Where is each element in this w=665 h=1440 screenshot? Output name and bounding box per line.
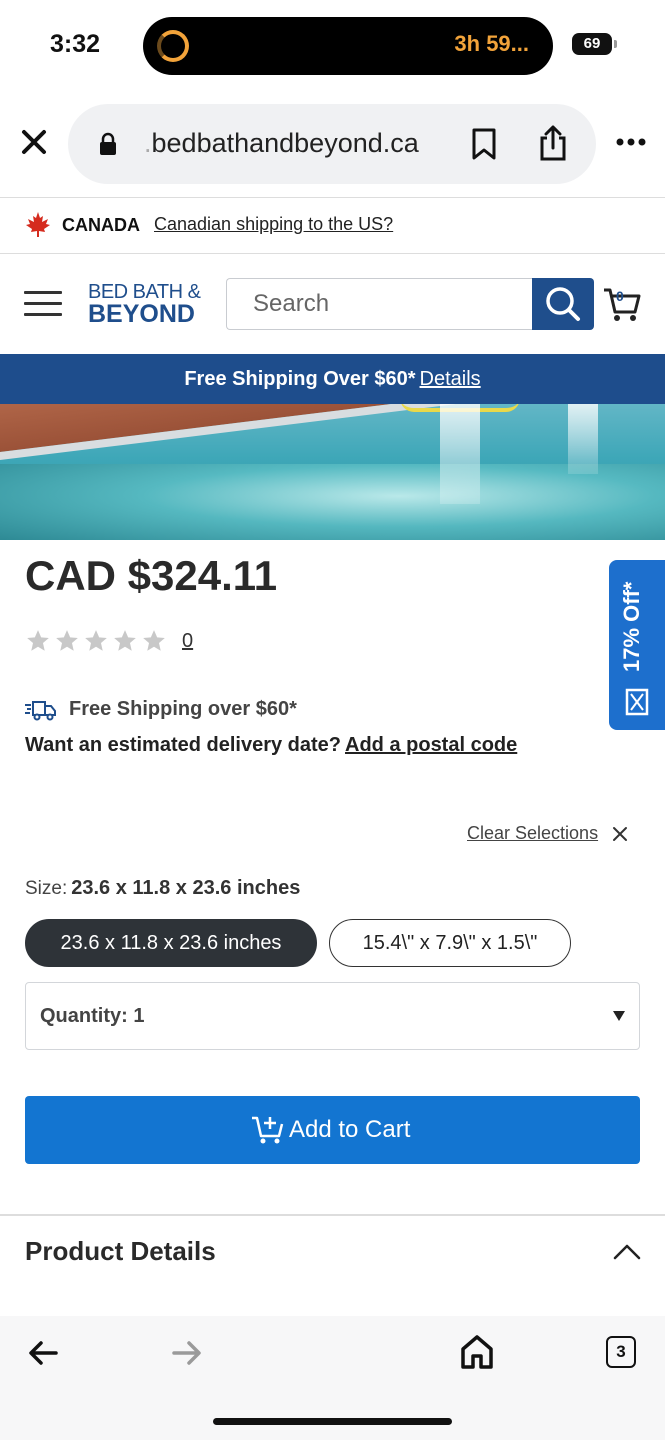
add-cart-icon	[252, 1116, 284, 1144]
size-option[interactable]: 15.4\" x 7.9\" x 1.5\"	[329, 919, 571, 967]
lock-icon	[100, 132, 116, 155]
more-icon[interactable]	[615, 132, 647, 152]
status-bar: 3:32 3h 59... 69	[0, 0, 665, 92]
star-icon	[56, 630, 78, 651]
product-image[interactable]	[0, 404, 665, 540]
product-price: CAD $324.11	[25, 552, 278, 599]
search-input[interactable]	[227, 279, 534, 329]
add-to-cart-button[interactable]: Add to Cart	[25, 1096, 640, 1164]
tabs-icon[interactable]: 3	[606, 1336, 636, 1368]
back-arrow-icon[interactable]	[28, 1340, 58, 1366]
details-link[interactable]: Details	[420, 368, 481, 390]
search-button[interactable]	[532, 278, 594, 330]
delivery-estimate: Want an estimated delivery date? Add a po…	[25, 734, 518, 756]
review-count-link[interactable]: 0	[182, 630, 193, 653]
site-header: BED BATH & BEYOND 0	[0, 254, 665, 354]
country-name: CANADA	[62, 215, 140, 235]
coupon-icon	[625, 688, 649, 716]
star-icon	[85, 630, 107, 651]
dropdown-arrow-icon	[613, 1011, 625, 1021]
quantity-select[interactable]: Quantity: 1	[25, 982, 640, 1050]
timer-icon	[157, 30, 189, 62]
logo[interactable]: BED BATH & BEYOND	[88, 282, 201, 327]
maple-leaf-icon	[26, 212, 50, 237]
star-rating[interactable]	[25, 628, 170, 656]
country-bar: CANADA Canadian shipping to the US?	[0, 198, 665, 254]
home-icon[interactable]	[460, 1334, 494, 1370]
close-icon[interactable]	[612, 826, 628, 842]
forward-arrow-icon[interactable]	[172, 1340, 202, 1366]
size-label: Size: 23.6 x 11.8 x 23.6 inches	[25, 877, 301, 899]
product-details-heading[interactable]: Product Details	[25, 1236, 216, 1267]
star-icon	[114, 630, 136, 651]
clear-selections-link[interactable]: Clear Selections	[467, 823, 598, 844]
divider	[0, 1214, 665, 1216]
size-option-selected[interactable]: 23.6 x 11.8 x 23.6 inches	[25, 919, 317, 967]
share-icon[interactable]	[538, 124, 568, 162]
star-icon	[143, 630, 165, 651]
add-postal-code-link[interactable]: Add a postal code	[345, 734, 517, 756]
menu-icon[interactable]	[24, 291, 62, 319]
promo-text: 17% Off*	[619, 581, 644, 672]
star-icon	[27, 630, 49, 651]
us-shipping-link[interactable]: Canadian shipping to the US?	[154, 214, 393, 235]
url-text[interactable]: .bedbathandbeyond.ca	[144, 128, 419, 159]
dynamic-island[interactable]: 3h 59...	[143, 17, 553, 75]
bookmark-icon[interactable]	[470, 128, 498, 160]
free-shipping-banner: Free Shipping Over $60* Details	[0, 354, 665, 404]
browser-toolbar: .bedbathandbeyond.ca	[0, 92, 665, 198]
chevron-up-icon[interactable]	[612, 1242, 642, 1262]
search-field[interactable]	[226, 278, 534, 330]
address-bar[interactable]: .bedbathandbeyond.ca	[68, 104, 596, 184]
status-time: 3:32	[50, 30, 101, 58]
promo-tab[interactable]: 17% Off*	[609, 560, 665, 730]
cart-count: 0	[616, 288, 624, 304]
search-icon	[546, 287, 580, 321]
battery-icon: 69	[572, 33, 617, 55]
island-timer: 3h 59...	[454, 31, 529, 56]
close-icon[interactable]	[18, 126, 50, 158]
home-indicator[interactable]	[213, 1418, 452, 1425]
delivery-truck-icon	[25, 701, 56, 721]
